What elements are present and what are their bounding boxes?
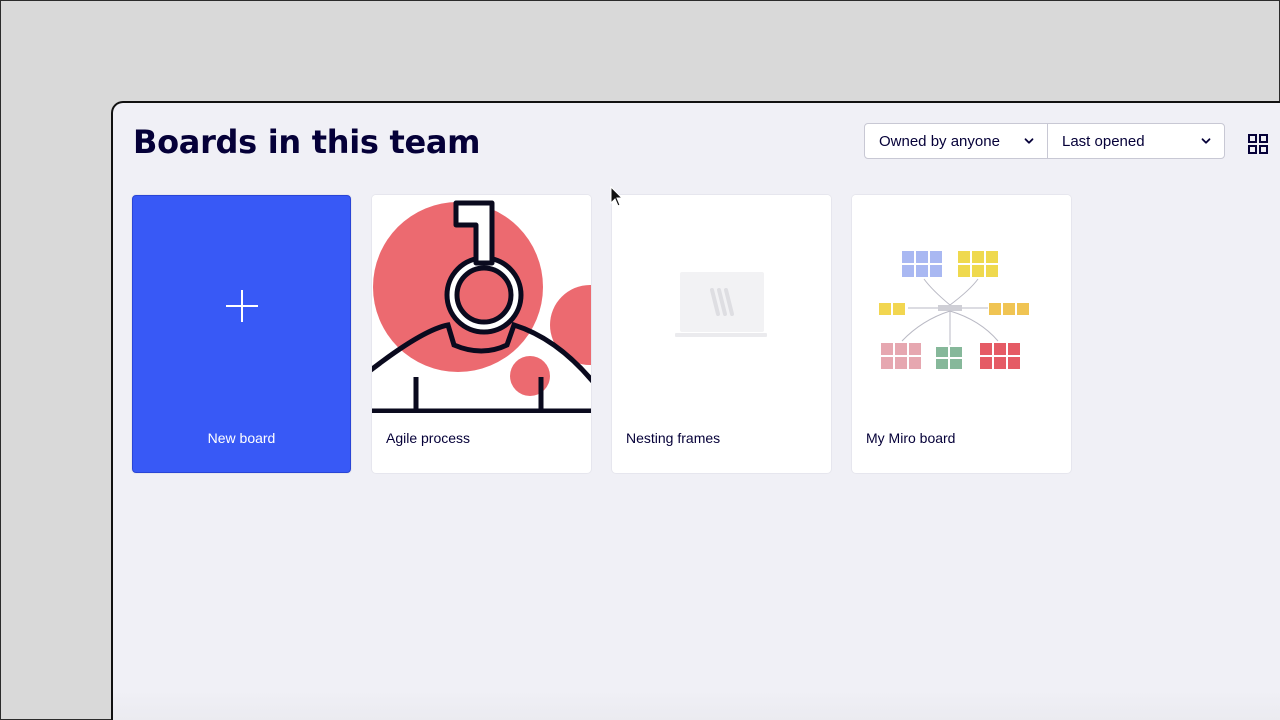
board-title: Agile process	[386, 430, 471, 446]
sort-value: Last opened	[1062, 132, 1145, 150]
owner-filter-value: Owned by anyone	[879, 132, 1000, 150]
owner-filter-dropdown[interactable]: Owned by anyone	[865, 124, 1048, 158]
page-title: Boards in this team	[133, 123, 481, 161]
new-board-label: New board	[207, 430, 276, 446]
filter-bar: Owned by anyone Last opened	[864, 123, 1225, 159]
board-card-nesting-frames[interactable]: Nesting frames	[612, 195, 831, 473]
chevron-down-icon	[1201, 138, 1211, 144]
grid-view-icon[interactable]	[1247, 133, 1269, 155]
plus-icon	[226, 290, 258, 322]
board-card-my-miro-board[interactable]: My Miro board	[852, 195, 1071, 473]
bottom-fade	[113, 690, 1280, 720]
chevron-down-icon	[1024, 138, 1034, 144]
agile-illustration-thumbnail	[372, 195, 591, 413]
mindmap-thumbnail	[852, 195, 1071, 413]
miro-placeholder-thumbnail	[612, 195, 831, 413]
board-title: Nesting frames	[626, 430, 721, 446]
board-card-agile-process[interactable]: Agile process	[372, 195, 591, 473]
new-board-card[interactable]: New board	[132, 195, 351, 473]
board-title: My Miro board	[866, 430, 956, 446]
boards-window: Boards in this team Owned by anyone Last…	[111, 101, 1280, 720]
mouse-cursor-icon	[610, 186, 624, 207]
sort-dropdown[interactable]: Last opened	[1048, 124, 1224, 158]
